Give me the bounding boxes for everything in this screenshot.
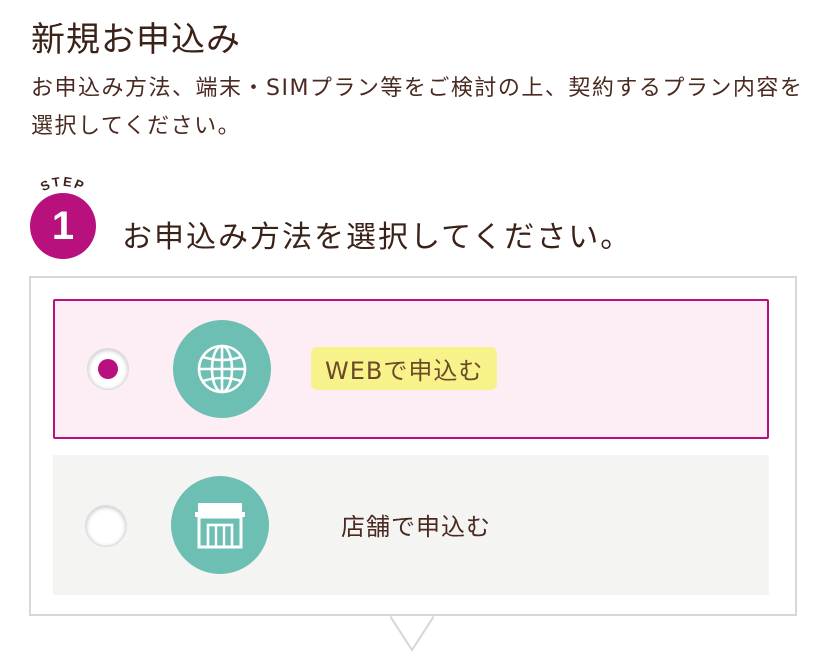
step-title: お申込み方法を選択してください。: [122, 220, 633, 255]
step-number-badge: 1: [30, 193, 96, 259]
radio-selected-dot: [98, 359, 118, 379]
option-store-label: 店舗で申込む: [341, 513, 491, 541]
panel-pointer-arrow: [390, 615, 434, 652]
radio-web-apply[interactable]: [87, 348, 129, 390]
option-web-apply[interactable]: WEBで申込む: [53, 299, 769, 439]
step-label-text: STEP: [38, 174, 86, 194]
store-icon: [171, 476, 269, 574]
store-icon-svg: [195, 503, 245, 549]
option-web-label: WEBで申込む: [311, 347, 498, 390]
page: 新規お申込み お申込み方法、端末・SIMプラン等をご検討の上、契約するプラン内容…: [0, 0, 828, 659]
globe-icon: [173, 320, 271, 418]
svg-text:STEP: STEP: [38, 174, 88, 194]
option-store-apply[interactable]: 店舗で申込む: [53, 455, 769, 595]
page-description: お申込み方法、端末・SIMプラン等をご検討の上、契約するプラン内容を選択してくだ…: [31, 76, 804, 139]
page-title: 新規お申込み: [31, 20, 241, 60]
application-method-panel: WEBで申込む 店舗で申込む: [29, 276, 797, 616]
radio-store-apply[interactable]: [85, 505, 127, 547]
globe-icon-svg: [197, 344, 247, 394]
